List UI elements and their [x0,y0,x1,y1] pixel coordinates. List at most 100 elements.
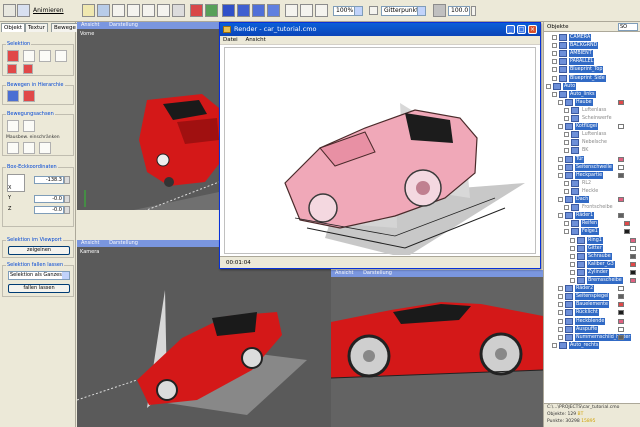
tree-item[interactable]: Luftenlass [564,131,639,139]
drop-button[interactable]: fallen lassen [8,284,70,293]
tree-expander-icon[interactable] [564,132,569,138]
tree-item[interactable]: AMBIENT [552,50,639,58]
undo-icon[interactable] [285,4,298,17]
tree-item[interactable]: Blueprint_Top [552,66,639,74]
restrict-x-icon[interactable] [23,142,35,154]
coord-z-value[interactable]: -0.0 [34,206,64,214]
material-swatch[interactable] [630,245,636,251]
material-swatch[interactable] [618,334,624,340]
globe-icon[interactable] [190,4,203,17]
render-canvas[interactable] [224,47,536,255]
tree-item[interactable]: Ring1 [570,236,639,245]
material-swatch[interactable] [618,286,624,292]
tree-item[interactable]: Felge1 [564,228,639,236]
cube-icon[interactable] [237,4,250,17]
select-pk-icon[interactable] [7,64,17,74]
minimize-button[interactable]: _ [506,25,515,34]
tree-expander-icon[interactable] [564,205,569,211]
axis-y-icon[interactable] [23,120,35,132]
tree-item[interactable]: Nummernschild_hinter [558,333,639,342]
tree-item[interactable]: Blueprint_Side [552,74,639,83]
tree-item[interactable]: Gitter [570,244,639,253]
zoom-tool-icon[interactable] [172,4,185,17]
cube-blue-icon[interactable] [222,4,235,17]
tree-expander-icon[interactable] [570,261,575,267]
tree-item[interactable]: Reifen [564,220,639,228]
tree-expander-icon[interactable] [558,286,563,292]
axis-x-icon[interactable] [7,120,19,132]
maximize-button[interactable]: □ [517,25,526,34]
tree-item[interactable]: Kaliber_G3 [570,260,639,269]
material-swatch[interactable] [618,156,624,162]
tree-expander-icon[interactable] [552,342,557,348]
viewport-front[interactable]: Ansicht Darstellung Vorne [77,22,219,210]
select-object-icon[interactable] [7,50,19,62]
tree-expander-icon[interactable] [552,67,557,73]
tree-item[interactable]: CAMERA [552,34,639,42]
tree-expander-icon[interactable] [558,294,563,300]
tree-item[interactable]: BK [564,147,639,155]
tree-expander-icon[interactable] [570,237,575,243]
tree-item[interactable]: Nebelsche [564,139,639,147]
tree-expander-icon[interactable] [564,188,569,194]
animate-menu[interactable]: Animieren [33,7,64,14]
tree-expander-icon[interactable] [552,51,557,57]
object-tree-selector[interactable]: SO [618,23,638,31]
material-swatch[interactable] [630,237,636,243]
tree-item[interactable]: Auto_links [552,90,639,99]
restrict-y-icon[interactable] [39,142,51,154]
tab-objekt[interactable]: Objekt [1,23,26,32]
grid-size-spinner[interactable] [471,6,476,16]
material-swatch[interactable] [618,172,624,178]
coord-x-spinner[interactable] [64,176,70,184]
tree-item[interactable]: Räder1 [558,212,639,220]
tree-item[interactable]: Bremsscheibe [570,277,639,285]
tree-item[interactable]: Bauelemente [558,301,639,309]
material-swatch[interactable] [618,99,624,105]
viewport-side[interactable]: Ansicht Darstellung [331,270,543,427]
restrict-xy-icon[interactable] [7,142,19,154]
tree-item[interactable]: Heckle [564,187,639,196]
tree-expander-icon[interactable] [558,318,563,324]
render-icon[interactable] [205,4,218,17]
tree-expander-icon[interactable] [558,124,563,130]
tree-item[interactable]: Scheinwerfe [564,115,639,123]
tree-expander-icon[interactable] [558,172,563,178]
tree-expander-icon[interactable] [546,83,551,89]
tree-item[interactable]: Dach [558,196,639,204]
material-swatch[interactable] [630,253,636,259]
grid-icon[interactable] [112,4,125,17]
material-swatch[interactable] [618,197,624,202]
tree-expander-icon[interactable] [564,229,569,235]
coord-y-spinner[interactable] [64,195,70,203]
material-swatch[interactable] [624,221,630,227]
material-swatch[interactable] [618,294,624,300]
tree-expander-icon[interactable] [558,197,563,202]
tree-expander-icon[interactable] [558,334,563,340]
tree-item[interactable]: Zylinder [570,268,639,277]
menu-file[interactable]: Datei [223,37,238,43]
tree-item[interactable]: Tür [558,155,639,164]
material-swatch[interactable] [618,164,624,170]
tree-item[interactable]: Räder2 [558,285,639,293]
tree-item[interactable]: Luftenlass [564,106,639,115]
zoom-icon[interactable] [315,4,328,17]
select-all-icon[interactable] [39,50,51,62]
tree-expander-icon[interactable] [552,91,557,97]
tree-item[interactable]: Auto_rechts [552,341,639,350]
tree-expander-icon[interactable] [558,156,563,162]
tree-expander-icon[interactable] [558,302,563,308]
cube-group-icon[interactable] [252,4,265,17]
hierarchy-remove-icon[interactable] [23,90,35,102]
tree-item[interactable]: Frontscheibe [564,204,639,212]
tree-item[interactable]: Kotflügel [558,123,639,131]
snap-select[interactable]: Gitterpunkte [381,6,426,16]
tree-expander-icon[interactable] [552,43,557,49]
tree-expander-icon[interactable] [570,278,575,283]
tree-expander-icon[interactable] [564,116,569,121]
link-icon[interactable] [97,4,110,17]
view-icon[interactable] [142,4,155,17]
cube-stack-icon[interactable] [267,4,280,17]
tree-item[interactable]: Seitenschwelle [558,163,639,172]
hierarchy-up-icon[interactable] [7,90,19,102]
